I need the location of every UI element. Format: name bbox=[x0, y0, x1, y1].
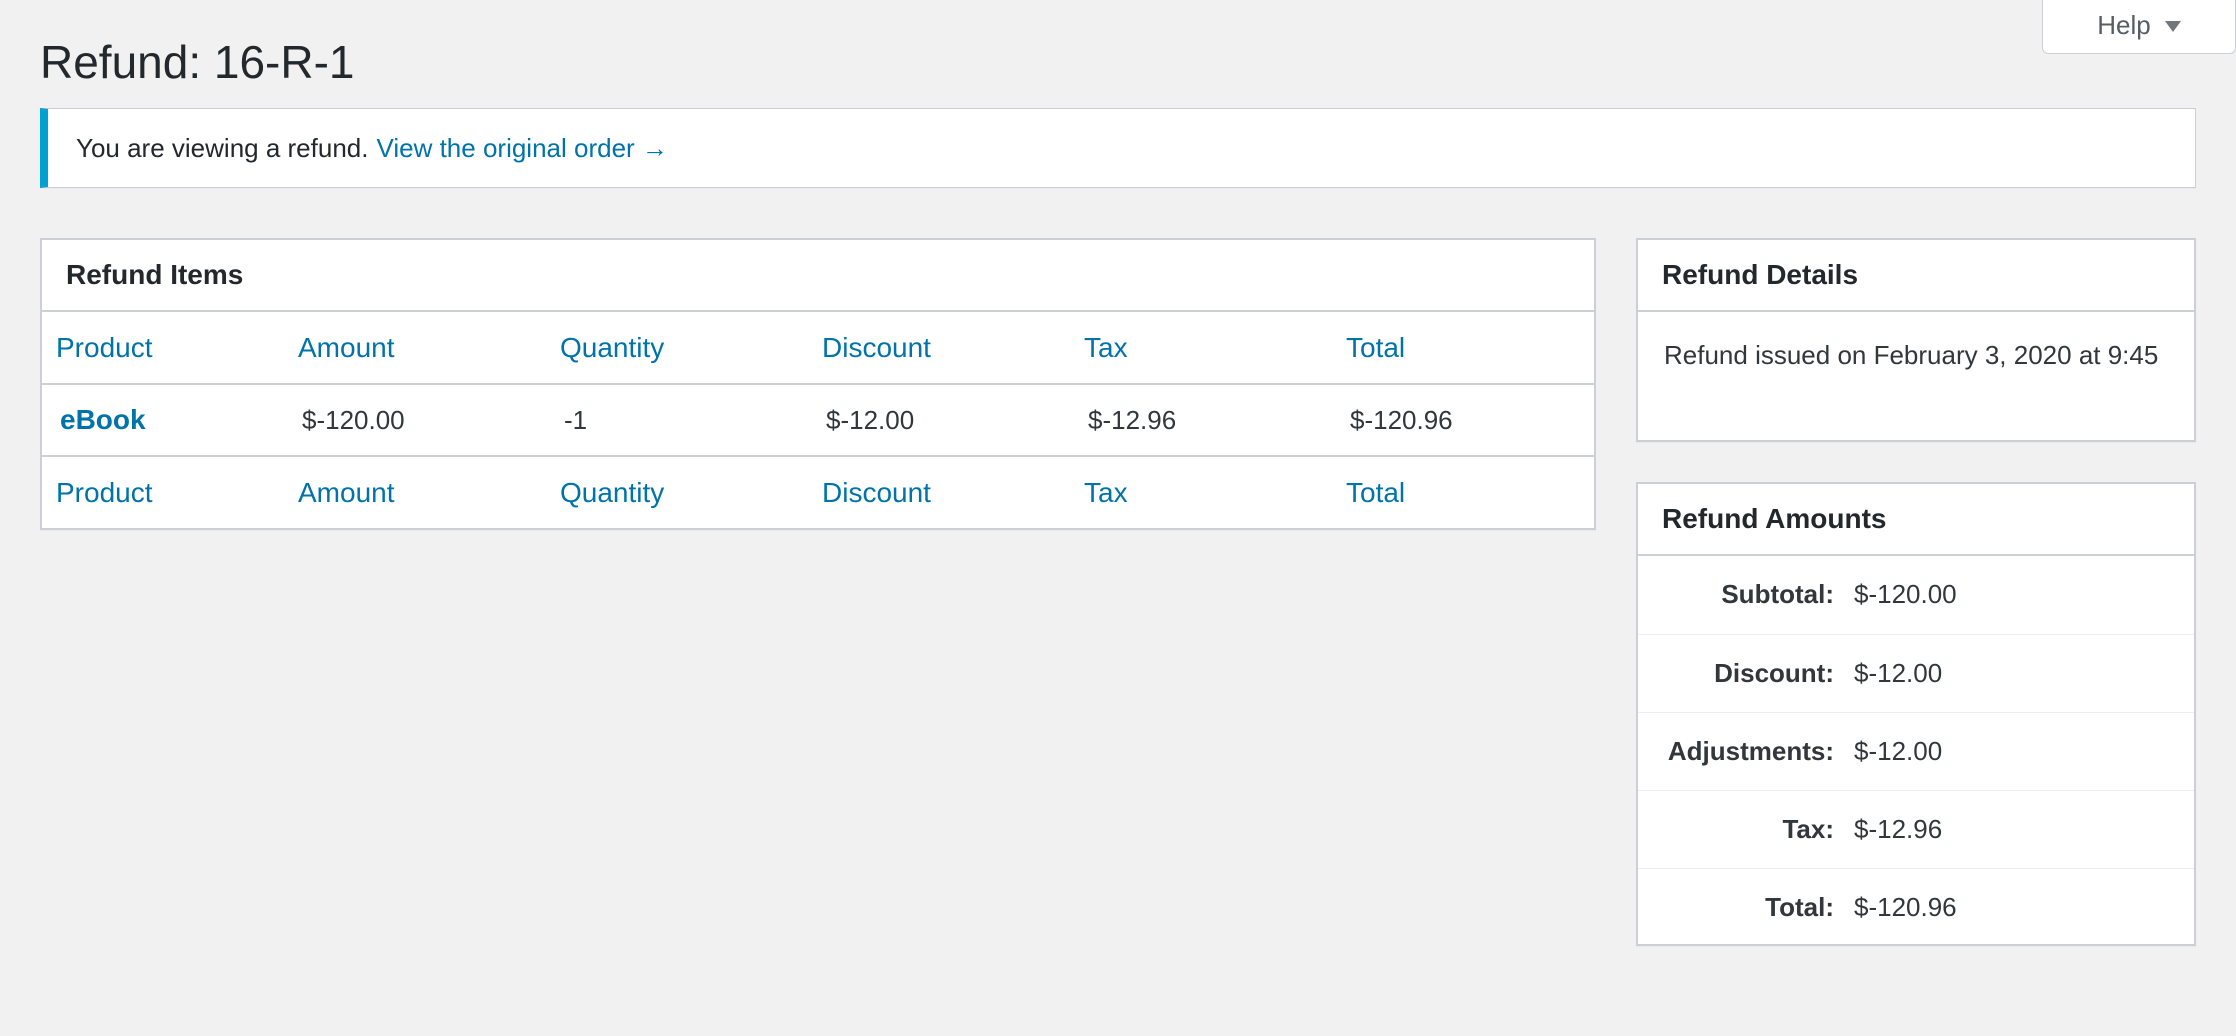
amount-row-subtotal: Subtotal: $-120.00 bbox=[1638, 556, 2194, 634]
amount-row-tax: Tax: $-12.96 bbox=[1638, 790, 2194, 868]
help-label: Help bbox=[2097, 10, 2151, 40]
amount-label: Total: bbox=[1765, 891, 1834, 922]
column-header-amount[interactable]: Amount bbox=[284, 312, 546, 384]
refund-details-panel: Refund Details Refund issued on February… bbox=[1636, 238, 2196, 442]
table-row: eBook $-120.00 -1 $-12.00 $-12.96 $-120.… bbox=[42, 384, 1594, 456]
column-footer-tax[interactable]: Tax bbox=[1070, 456, 1332, 528]
notice-text: You are viewing a refund. bbox=[76, 132, 369, 163]
amount-value: $-12.00 bbox=[1854, 657, 1943, 688]
info-notice: You are viewing a refund. View the origi… bbox=[40, 108, 2196, 188]
amount-value: $-120.96 bbox=[1854, 891, 1957, 922]
cell-total: $-120.96 bbox=[1350, 404, 1453, 435]
amount-row-adjustments: Adjustments: $-12.00 bbox=[1638, 712, 2194, 790]
column-header-quantity[interactable]: Quantity bbox=[546, 312, 808, 384]
refund-items-panel: Refund Items Product Amount Quantity Dis… bbox=[40, 238, 1596, 530]
refund-items-title: Refund Items bbox=[42, 240, 1594, 312]
table-footer-row: Product Amount Quantity Discount Tax Tot… bbox=[42, 456, 1594, 528]
amount-label: Tax: bbox=[1782, 813, 1834, 844]
view-original-order-link[interactable]: View the original order → bbox=[376, 133, 667, 164]
column-header-discount[interactable]: Discount bbox=[808, 312, 1070, 384]
amount-row-discount: Discount: $-12.00 bbox=[1638, 634, 2194, 712]
amount-value: $-120.00 bbox=[1854, 579, 1957, 610]
column-header-total[interactable]: Total bbox=[1332, 312, 1594, 384]
column-footer-total[interactable]: Total bbox=[1332, 456, 1594, 528]
column-header-tax[interactable]: Tax bbox=[1070, 312, 1332, 384]
cell-tax: $-12.96 bbox=[1088, 404, 1177, 435]
amount-row-total: Total: $-120.96 bbox=[1638, 868, 2194, 946]
amount-value: $-12.96 bbox=[1854, 813, 1943, 844]
cell-discount: $-12.00 bbox=[826, 404, 915, 435]
column-footer-discount[interactable]: Discount bbox=[808, 456, 1070, 528]
amount-label: Adjustments: bbox=[1667, 735, 1834, 766]
refund-amounts-title: Refund Amounts bbox=[1638, 484, 2194, 556]
cell-quantity: -1 bbox=[564, 404, 588, 435]
caret-down-icon bbox=[2164, 21, 2181, 32]
help-tab-button[interactable]: Help bbox=[2042, 0, 2236, 54]
amount-label: Discount: bbox=[1714, 657, 1834, 688]
amount-label: Subtotal: bbox=[1721, 579, 1834, 610]
product-link[interactable]: eBook bbox=[60, 404, 146, 435]
column-header-product[interactable]: Product bbox=[42, 312, 284, 384]
column-footer-amount[interactable]: Amount bbox=[284, 456, 546, 528]
table-header-row: Product Amount Quantity Discount Tax Tot… bbox=[42, 312, 1594, 384]
refund-items-table: Product Amount Quantity Discount Tax Tot… bbox=[42, 312, 1594, 528]
refund-details-title: Refund Details bbox=[1638, 240, 2194, 312]
column-footer-product[interactable]: Product bbox=[42, 456, 284, 528]
cell-amount: $-120.00 bbox=[302, 404, 405, 435]
amount-value: $-12.00 bbox=[1854, 735, 1943, 766]
page-title: Refund: 16-R-1 bbox=[40, 36, 355, 88]
column-footer-quantity[interactable]: Quantity bbox=[546, 456, 808, 528]
refund-issued-text: Refund issued on February 3, 2020 at 9:4… bbox=[1664, 340, 2159, 370]
cell-product: eBook bbox=[42, 384, 284, 456]
refund-amounts-table: Subtotal: $-120.00 Discount: $-12.00 Adj… bbox=[1638, 556, 2194, 946]
refund-amounts-panel: Refund Amounts Subtotal: $-120.00 Discou… bbox=[1636, 482, 2196, 946]
